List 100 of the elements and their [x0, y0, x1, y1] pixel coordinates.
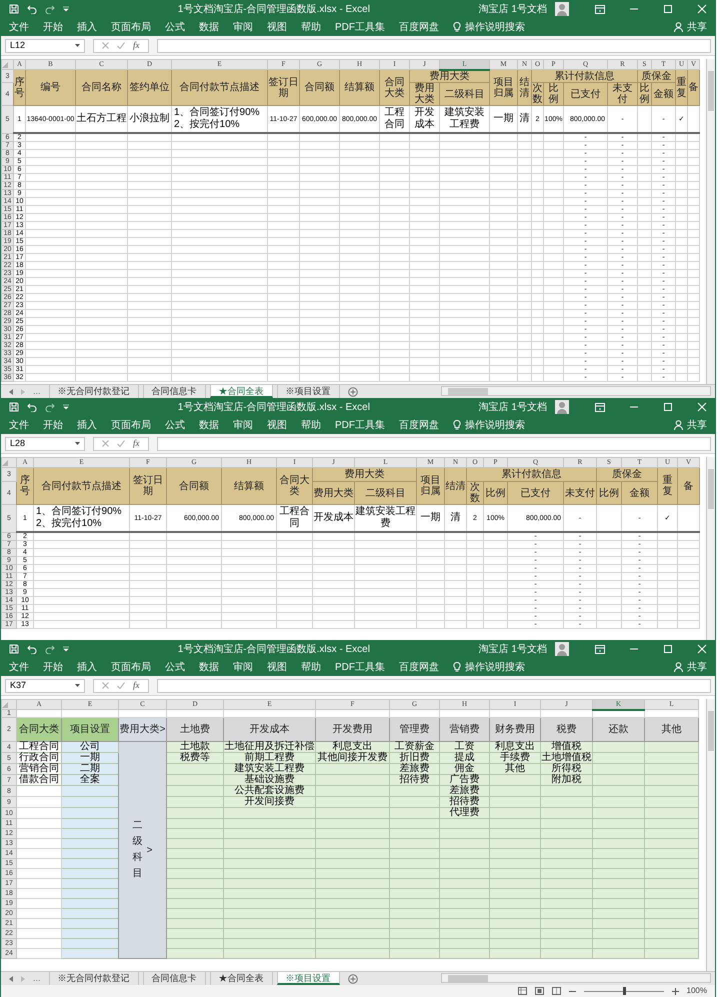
- save-icon[interactable]: [9, 644, 19, 654]
- menu-tab[interactable]: 帮助: [301, 20, 321, 34]
- save-icon[interactable]: [9, 4, 19, 14]
- ribbon-options-icon[interactable]: [595, 644, 605, 654]
- formula-field[interactable]: [156, 436, 711, 450]
- menu-tab[interactable]: 文件: [9, 660, 29, 674]
- search-label[interactable]: 操作说明搜索: [465, 418, 525, 432]
- menu-tab[interactable]: 百度网盘: [399, 660, 439, 674]
- cancel-icon[interactable]: [102, 42, 109, 49]
- search-label[interactable]: 操作说明搜索: [465, 20, 525, 34]
- menu-tab[interactable]: 百度网盘: [399, 418, 439, 432]
- menu-tab[interactable]: 视图: [267, 418, 287, 432]
- sheet-tab[interactable]: ★合同全表: [210, 972, 273, 985]
- zoom-in-icon[interactable]: [672, 988, 679, 994]
- menu-tab[interactable]: 页面布局: [111, 418, 151, 432]
- menu-tab[interactable]: 审阅: [233, 20, 253, 34]
- avatar-icon[interactable]: [555, 400, 569, 414]
- share-button[interactable]: 共享: [687, 20, 707, 34]
- page-break-icon[interactable]: [552, 987, 561, 995]
- add-sheet-icon[interactable]: [348, 386, 358, 396]
- share-button[interactable]: 共享: [687, 660, 707, 674]
- insert-function-button[interactable]: fx: [133, 38, 140, 52]
- sheet-tab[interactable]: ★合同全表: [210, 385, 273, 398]
- sheet-tab[interactable]: 合同信息卡: [142, 385, 206, 398]
- menu-tab[interactable]: 文件: [9, 20, 29, 34]
- menu-tab[interactable]: 开始: [43, 418, 63, 432]
- avatar-icon[interactable]: [555, 642, 569, 656]
- insert-function-button[interactable]: fx: [133, 436, 140, 450]
- insert-function-button[interactable]: fx: [133, 678, 140, 692]
- menu-tab[interactable]: 公式: [165, 418, 185, 432]
- horizontal-scrollbar[interactable]: [441, 386, 711, 396]
- cancel-icon[interactable]: [102, 440, 109, 447]
- share-button[interactable]: 共享: [687, 418, 707, 432]
- menu-tab[interactable]: 公式: [165, 20, 185, 34]
- zoom-slider-thumb[interactable]: [622, 987, 626, 995]
- maximize-icon[interactable]: [663, 644, 673, 654]
- menu-tab[interactable]: 百度网盘: [399, 20, 439, 34]
- avatar-icon[interactable]: [555, 2, 569, 16]
- sheet-tab[interactable]: ※无合同付款登记: [48, 972, 139, 985]
- menu-tab[interactable]: 数据: [199, 660, 219, 674]
- normal-view-icon[interactable]: [518, 987, 527, 995]
- account-name[interactable]: 淘宝店 1号文档: [478, 400, 547, 414]
- formula-field[interactable]: [156, 678, 711, 692]
- menu-tab[interactable]: 帮助: [301, 418, 321, 432]
- menu-tab[interactable]: 页面布局: [111, 660, 151, 674]
- menu-tab[interactable]: PDF工具集: [335, 660, 385, 674]
- menu-tab[interactable]: 插入: [77, 660, 97, 674]
- name-box[interactable]: K37: [5, 678, 85, 692]
- close-icon[interactable]: [697, 402, 707, 412]
- vertical-scrollbar[interactable]: [706, 457, 715, 640]
- close-icon[interactable]: [697, 644, 707, 654]
- scroll-left-icon[interactable]: [9, 388, 13, 394]
- undo-icon[interactable]: [27, 644, 37, 654]
- menu-tab[interactable]: 插入: [77, 20, 97, 34]
- redo-icon[interactable]: [45, 644, 55, 654]
- menu-tab[interactable]: 页面布局: [111, 20, 151, 34]
- menu-tab[interactable]: 视图: [267, 660, 287, 674]
- zoom-level[interactable]: 100%: [686, 985, 707, 997]
- sheet-tab[interactable]: ※项目设置: [276, 385, 340, 398]
- vertical-scrollbar[interactable]: [706, 699, 715, 971]
- menu-tab[interactable]: 文件: [9, 418, 29, 432]
- menu-tab[interactable]: PDF工具集: [335, 418, 385, 432]
- maximize-icon[interactable]: [663, 402, 673, 412]
- search-label[interactable]: 操作说明搜索: [465, 660, 525, 674]
- menu-tab[interactable]: PDF工具集: [335, 20, 385, 34]
- undo-icon[interactable]: [27, 402, 37, 412]
- cancel-icon[interactable]: [102, 682, 109, 689]
- maximize-icon[interactable]: [663, 4, 673, 14]
- formula-field[interactable]: [156, 38, 711, 52]
- ribbon-options-icon[interactable]: [595, 4, 605, 14]
- close-icon[interactable]: [697, 4, 707, 14]
- enter-icon[interactable]: [117, 42, 125, 49]
- add-sheet-icon[interactable]: [348, 974, 358, 984]
- redo-icon[interactable]: [45, 4, 55, 14]
- save-icon[interactable]: [9, 402, 19, 412]
- undo-icon[interactable]: [27, 4, 37, 14]
- menu-tab[interactable]: 公式: [165, 660, 185, 674]
- menu-tab[interactable]: 审阅: [233, 418, 253, 432]
- vertical-scrollbar[interactable]: [706, 59, 715, 384]
- scroll-left-icon[interactable]: [9, 976, 13, 982]
- menu-tab[interactable]: 数据: [199, 20, 219, 34]
- sheet-tab[interactable]: 合同信息卡: [142, 972, 206, 985]
- sheet-tab[interactable]: ※项目设置: [276, 972, 340, 985]
- customize-icon[interactable]: [63, 646, 69, 652]
- sheet-tab[interactable]: ※无合同付款登记: [48, 385, 139, 398]
- account-name[interactable]: 淘宝店 1号文档: [478, 642, 547, 656]
- redo-icon[interactable]: [45, 402, 55, 412]
- menu-tab[interactable]: 插入: [77, 418, 97, 432]
- menu-tab[interactable]: 视图: [267, 20, 287, 34]
- ribbon-options-icon[interactable]: [595, 402, 605, 412]
- horizontal-scrollbar[interactable]: [441, 973, 711, 983]
- menu-tab[interactable]: 数据: [199, 418, 219, 432]
- enter-icon[interactable]: [117, 440, 125, 447]
- more-sheets-button[interactable]: ...: [33, 972, 41, 986]
- enter-icon[interactable]: [117, 682, 125, 689]
- name-box[interactable]: L28: [5, 436, 85, 450]
- page-layout-icon[interactable]: [534, 987, 544, 995]
- menu-tab[interactable]: 审阅: [233, 660, 253, 674]
- name-box[interactable]: L12: [5, 38, 85, 52]
- menu-tab[interactable]: 帮助: [301, 660, 321, 674]
